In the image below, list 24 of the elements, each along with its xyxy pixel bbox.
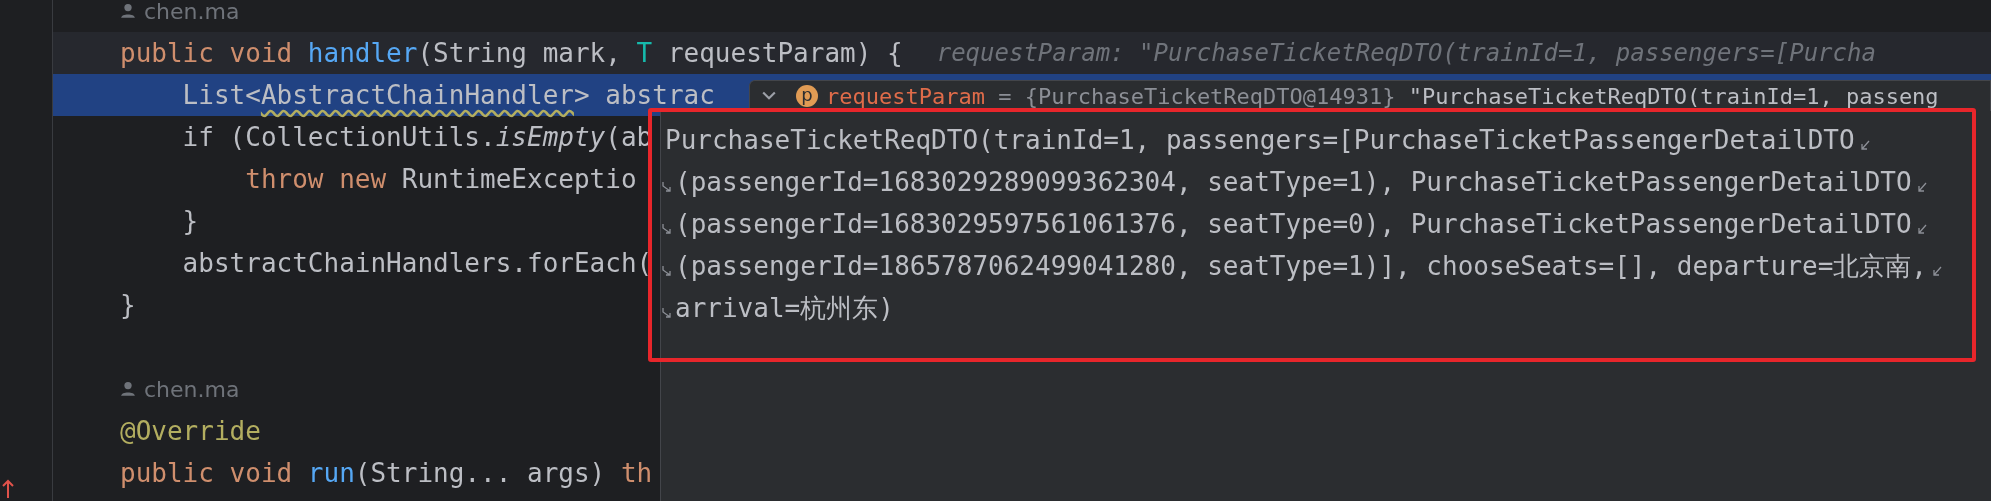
inline-value-hint: requestParam: "PurchaseTicketReqDTO(trainId=1, passengers=[Purcha xyxy=(936,39,1876,67)
tooltip-text: (passengerId=1683029289099362304, seatType=1), PurchaseTicketPassengerDetailDTO xyxy=(675,167,1912,197)
override-arrow-icon[interactable] xyxy=(2,479,14,499)
code-line: abstractChainHandlers.forEach( xyxy=(181,248,653,278)
code-line: List<AbstractChainHandler> abstrac xyxy=(181,80,715,110)
parameter-icon: p xyxy=(796,85,818,107)
author-hint: chen.ma xyxy=(144,376,240,402)
chevron-icon[interactable] xyxy=(762,91,776,101)
variable-value: "PurchaseTicketReqDTO(trainId=1, passeng xyxy=(1407,83,1939,109)
person-icon xyxy=(120,3,136,19)
code-line: @Override xyxy=(120,416,261,446)
code-line: } xyxy=(181,206,199,236)
tooltip-text: PurchaseTicketReqDTO(trainId=1, passengers=[PurchaseTicketPassengerDetailDTO xyxy=(665,125,1855,155)
code-line: public void run(String... args) th xyxy=(120,458,653,488)
person-icon xyxy=(120,381,136,397)
variable-type: = {PurchaseTicketReqDTO@14931} xyxy=(997,83,1396,109)
tooltip-text: arrival=杭州东) xyxy=(675,291,894,325)
tooltip-text: (passengerId=1683029597561061376, seatType=0), PurchaseTicketPassengerDetailDTO xyxy=(675,209,1912,239)
tooltip-text: (passengerId=1865787062499041280, seatType=1)], chooseSeats=[], departure=北京南, xyxy=(675,249,1927,283)
code-line: } xyxy=(120,290,136,320)
code-line: throw new RuntimeExceptio xyxy=(244,164,637,194)
variable-name: requestParam xyxy=(826,83,985,109)
author-hint: chen.ma xyxy=(144,0,240,24)
code-line: public void handler(String mark, T requestParam) { xyxy=(120,38,903,68)
